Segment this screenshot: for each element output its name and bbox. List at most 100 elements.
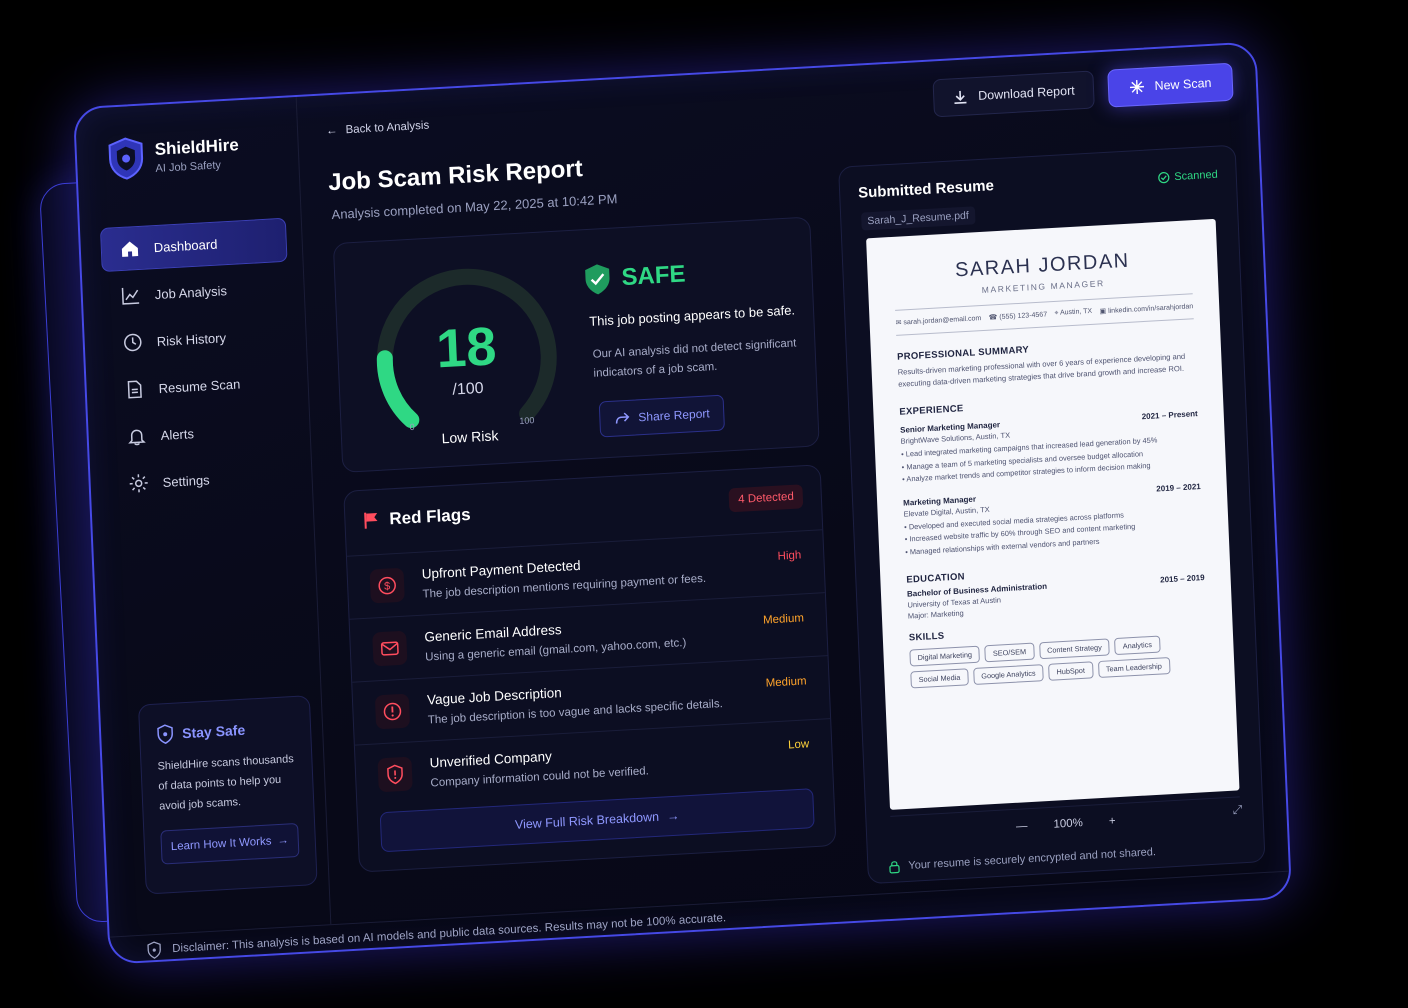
arrow-right-icon: → bbox=[666, 808, 680, 824]
svg-text:$: $ bbox=[384, 580, 391, 592]
header-actions: Download Report New Scan bbox=[932, 62, 1234, 118]
verdict-main-text: This job posting appears to be safe. bbox=[589, 302, 796, 329]
shield-logo-icon bbox=[108, 137, 144, 180]
app-window: ShieldHire AI Job Safety Dashboard Job A… bbox=[72, 41, 1293, 965]
resume-preview[interactable]: SARAH JORDAN MARKETING MANAGER ✉ sarah.j… bbox=[866, 218, 1240, 810]
degree-dates: 2015 – 2019 bbox=[1159, 572, 1205, 585]
resume-email: ✉ sarah.jordan@email.com bbox=[895, 315, 982, 327]
sidebar-item-alerts[interactable]: Alerts bbox=[108, 406, 296, 460]
home-icon bbox=[121, 241, 139, 257]
new-scan-button[interactable]: New Scan bbox=[1106, 62, 1234, 108]
risk-score-card: 18 /100 0 100 Low Risk SAFE This job pos… bbox=[332, 216, 820, 473]
brand-tagline: AI Job Safety bbox=[155, 158, 222, 175]
sidebar-item-dashboard[interactable]: Dashboard bbox=[99, 217, 288, 273]
resume-email-text: sarah.jordan@email.com bbox=[903, 315, 982, 327]
sidebar-item-job-analysis[interactable]: Job Analysis bbox=[102, 265, 290, 319]
security-note: Your resume is securely encrypted and no… bbox=[888, 845, 1156, 874]
sidebar-item-label: Resume Scan bbox=[158, 376, 241, 396]
share-label: Share Report bbox=[638, 406, 710, 425]
sidebar: ShieldHire AI Job Safety Dashboard Job A… bbox=[74, 96, 332, 937]
resume-phone: ☎ (555) 123-4567 bbox=[988, 311, 1048, 322]
lock-icon bbox=[889, 861, 900, 874]
shield-check-icon bbox=[585, 264, 610, 295]
back-label: Back to Analysis bbox=[345, 119, 430, 137]
mail-icon bbox=[372, 630, 408, 667]
document-icon bbox=[127, 380, 142, 399]
scan-status-text: Scanned bbox=[1174, 168, 1218, 184]
dollar-circle-icon: $ bbox=[369, 567, 405, 604]
share-icon bbox=[615, 412, 630, 424]
sidebar-item-resume-scan[interactable]: Resume Scan bbox=[106, 359, 294, 413]
risk-gauge: 18 /100 0 100 Low Risk bbox=[363, 253, 571, 464]
scan-status-badge: Scanned bbox=[1157, 169, 1218, 184]
brand-name: ShieldHire bbox=[154, 134, 240, 159]
job-dates: 2021 – Present bbox=[1141, 409, 1198, 422]
resume-filename: Sarah_J_Resume.pdf bbox=[860, 206, 976, 231]
bell-icon bbox=[128, 429, 146, 446]
alert-circle-icon bbox=[374, 693, 411, 730]
flag-description: Company information could not be verifie… bbox=[430, 765, 650, 790]
gear-icon bbox=[129, 474, 148, 493]
sidebar-item-label: Job Analysis bbox=[154, 282, 228, 302]
resume-linkedin-text: linkedin.com/in/sarahjordan bbox=[1107, 303, 1194, 315]
learn-how-label: Learn How It Works bbox=[170, 835, 272, 854]
clock-icon bbox=[124, 333, 142, 352]
skill-chip: HubSpot bbox=[1048, 661, 1094, 681]
skill-chip: Team Leadership bbox=[1097, 657, 1171, 679]
zoom-in-button[interactable]: + bbox=[1109, 815, 1116, 827]
severity-badge: Medium bbox=[765, 675, 807, 690]
sidebar-item-label: Settings bbox=[162, 471, 210, 490]
sidebar-item-label: Dashboard bbox=[153, 236, 218, 255]
stay-safe-title: Stay Safe bbox=[156, 717, 295, 745]
skill-chip: Google Analytics bbox=[972, 664, 1044, 686]
download-icon bbox=[954, 90, 967, 105]
skill-chip: Content Strategy bbox=[1038, 638, 1111, 660]
sidebar-item-settings[interactable]: Settings bbox=[110, 453, 298, 507]
skill-chip: Digital Marketing bbox=[909, 645, 981, 667]
skill-chip: Social Media bbox=[910, 668, 969, 689]
sidebar-item-risk-history[interactable]: Risk History bbox=[104, 312, 292, 366]
skills-list: Digital Marketing SEO/SEM Content Strate… bbox=[909, 633, 1210, 689]
security-note-text: Your resume is securely encrypted and no… bbox=[908, 846, 1157, 872]
flag-title: Upfront Payment Detected bbox=[421, 557, 581, 582]
download-label: Download Report bbox=[977, 83, 1075, 103]
view-full-breakdown-label: View Full Risk Breakdown bbox=[514, 809, 660, 832]
expand-icon[interactable]: ⤢ bbox=[1232, 802, 1242, 818]
resume-location: ⌖ Austin, TX bbox=[1054, 307, 1093, 317]
arrow-left-icon: ← bbox=[325, 124, 338, 138]
flag-title: Unverified Company bbox=[429, 748, 553, 771]
resume-phone-text: (555) 123-4567 bbox=[999, 311, 1048, 322]
severity-badge: Medium bbox=[762, 612, 805, 627]
severity-badge: Low bbox=[787, 738, 810, 752]
submitted-resume-panel: Submitted Resume Sarah_J_Resume.pdf Scan… bbox=[838, 144, 1266, 885]
verdict-text: SAFE bbox=[620, 260, 686, 292]
share-report-button[interactable]: Share Report bbox=[598, 394, 726, 438]
back-link[interactable]: ← Back to Analysis bbox=[326, 120, 430, 138]
resume-linkedin: ▣ linkedin.com/in/sarahjordan bbox=[1099, 303, 1194, 316]
zoom-out-button[interactable]: — bbox=[1016, 820, 1028, 833]
shield-icon bbox=[157, 724, 173, 745]
job-dates: 2019 – 2021 bbox=[1156, 481, 1201, 494]
shield-alert-icon bbox=[377, 756, 413, 793]
flag-icon bbox=[364, 512, 378, 529]
arrow-right-icon: → bbox=[277, 834, 290, 848]
red-flags-header: Red Flags bbox=[363, 505, 471, 531]
chart-line-icon bbox=[121, 287, 140, 305]
severity-badge: High bbox=[777, 549, 802, 563]
download-report-button[interactable]: Download Report bbox=[932, 70, 1095, 118]
sidebar-nav: Dashboard Job Analysis Risk History Resu… bbox=[99, 217, 298, 510]
brand[interactable]: ShieldHire AI Job Safety bbox=[106, 130, 240, 181]
verdict-description: Our AI analysis did not detect significa… bbox=[592, 337, 797, 380]
learn-how-button[interactable]: Learn How It Works → bbox=[160, 822, 300, 865]
gauge-min-label: 0 bbox=[409, 421, 415, 433]
sidebar-item-label: Alerts bbox=[160, 425, 195, 443]
shield-info-icon bbox=[147, 940, 161, 959]
page-subtitle: Analysis completed on May 22, 2025 at 10… bbox=[331, 191, 618, 223]
red-flags-panel: Red Flags 4 Detected $ Upfront Payment D… bbox=[343, 464, 837, 873]
resume-location-text: Austin, TX bbox=[1059, 307, 1093, 317]
sidebar-item-label: Risk History bbox=[156, 329, 227, 349]
resume-panel-title: Submitted Resume bbox=[857, 177, 995, 202]
zoom-level: 100% bbox=[1053, 816, 1084, 831]
red-flags-count-badge: 4 Detected bbox=[728, 484, 804, 513]
flag-title: Vague Job Description bbox=[426, 685, 562, 708]
